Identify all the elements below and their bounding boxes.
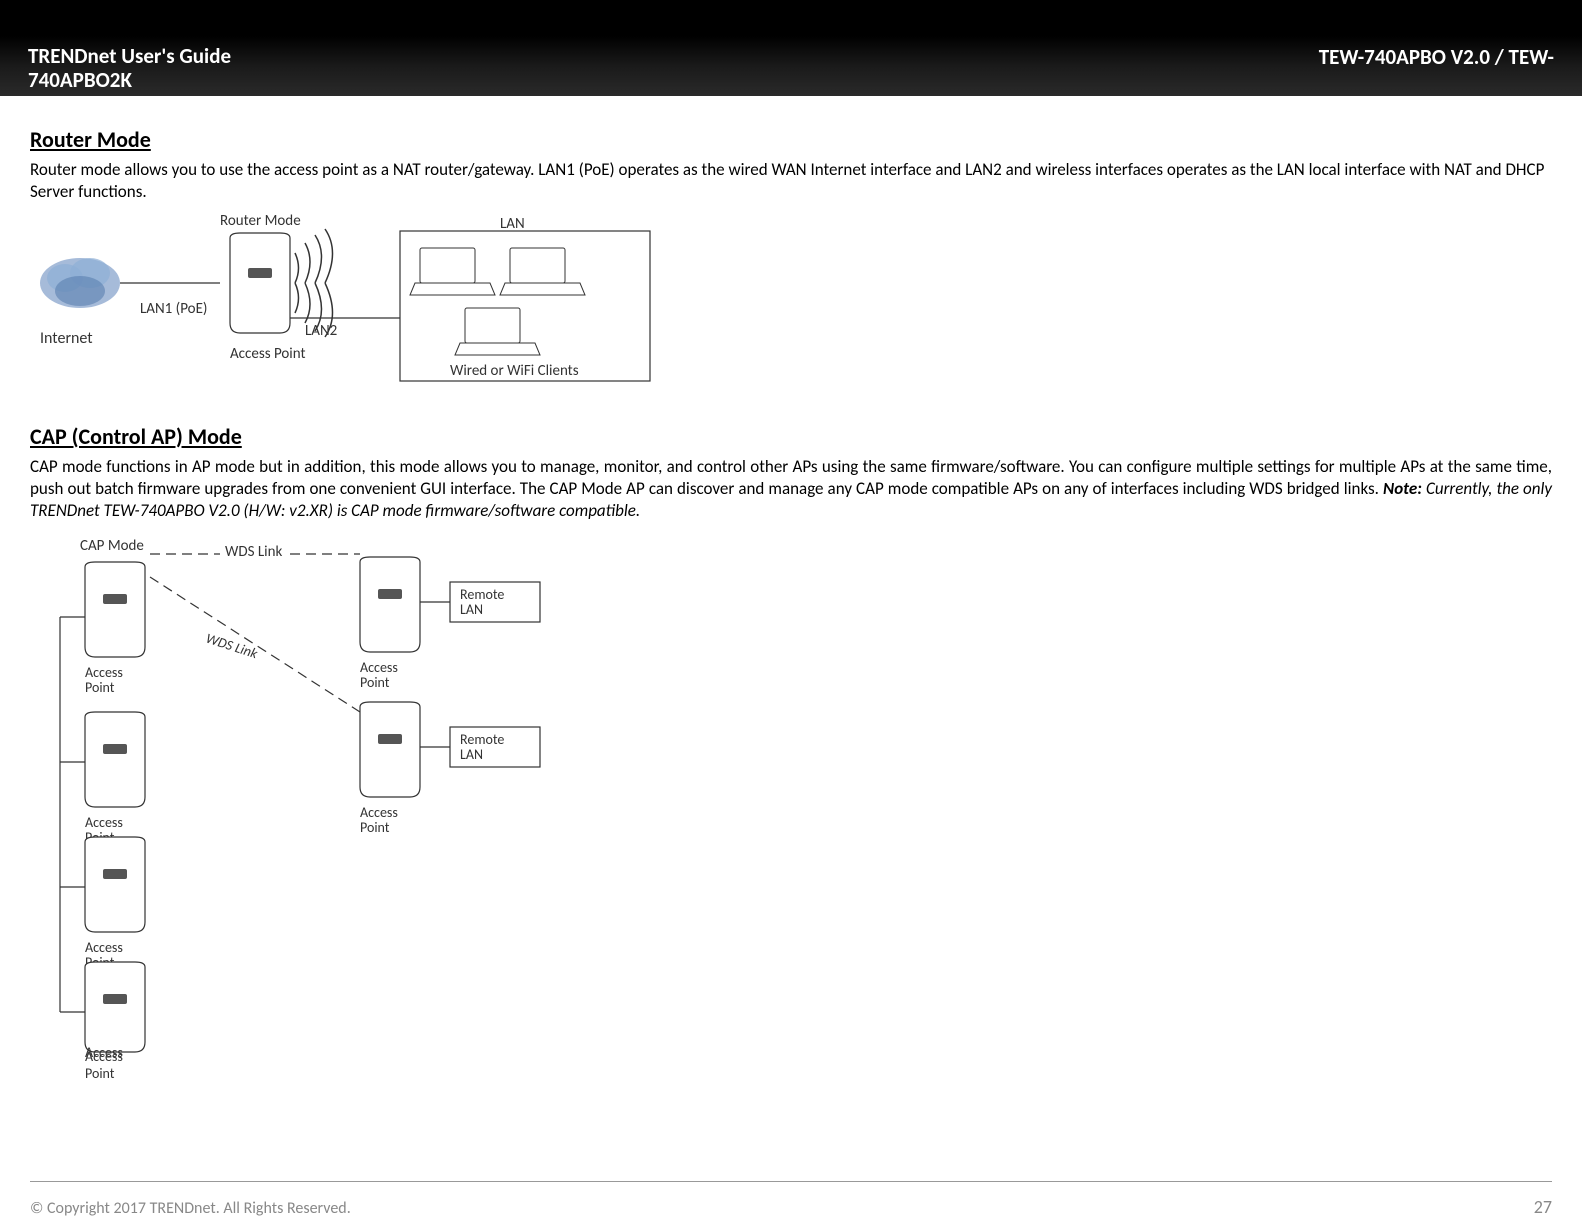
router-mode-title: Router Mode xyxy=(30,126,1552,153)
svg-text:LAN1 (PoE): LAN1 (PoE) xyxy=(140,300,207,318)
router-mode-diagram: Internet LAN1 (PoE) Router Mode Access P… xyxy=(30,213,1552,393)
svg-text:LAN: LAN xyxy=(460,746,483,763)
guide-title-line2: 740APBO2K xyxy=(28,68,231,92)
copyright-text: © Copyright 2017 TRENDnet. All Rights Re… xyxy=(30,1199,351,1218)
footer-rule xyxy=(30,1181,1552,1182)
document-header: TRENDnet User's Guide 740APBO2K TEW-740A… xyxy=(0,36,1582,96)
svg-text:LAN: LAN xyxy=(460,601,483,618)
svg-text:Point: Point xyxy=(85,679,115,696)
svg-text:CAP Mode: CAP Mode xyxy=(80,537,144,555)
svg-text:LAN: LAN xyxy=(500,215,525,233)
router-mode-body: Router mode allows you to use the access… xyxy=(30,159,1552,203)
footer: © Copyright 2017 TRENDnet. All Rights Re… xyxy=(30,1196,1552,1218)
svg-text:WDS Link: WDS Link xyxy=(204,630,260,663)
main-content: Router Mode Router mode allows you to us… xyxy=(0,96,1582,1122)
page-number: 27 xyxy=(1534,1196,1552,1218)
svg-text:LAN2: LAN2 xyxy=(305,322,337,340)
cap-mode-diagram: CAP Mode WDS Link WDS Link Access Point xyxy=(30,532,1552,1082)
guide-title: TRENDnet User's Guide 740APBO2K xyxy=(28,44,231,92)
model-name: TEW-740APBO V2.0 / TEW- xyxy=(1319,44,1554,70)
cap-mode-title: CAP (Control AP) Mode xyxy=(30,423,1552,450)
svg-text:Point: Point xyxy=(360,674,390,691)
svg-text:Router Mode: Router Mode xyxy=(220,213,301,230)
svg-text:Access Point: Access Point xyxy=(230,345,306,363)
svg-text:WDS Link: WDS Link xyxy=(225,543,282,561)
guide-title-line1: TRENDnet User's Guide xyxy=(28,44,231,68)
cap-mode-body: CAP mode functions in AP mode but in add… xyxy=(30,456,1552,522)
svg-text:Wired or WiFi Clients: Wired or WiFi Clients xyxy=(450,362,579,380)
svg-text:Point: Point xyxy=(360,819,390,836)
top-black-bar xyxy=(0,0,1582,36)
internet-label: Internet xyxy=(40,329,93,348)
